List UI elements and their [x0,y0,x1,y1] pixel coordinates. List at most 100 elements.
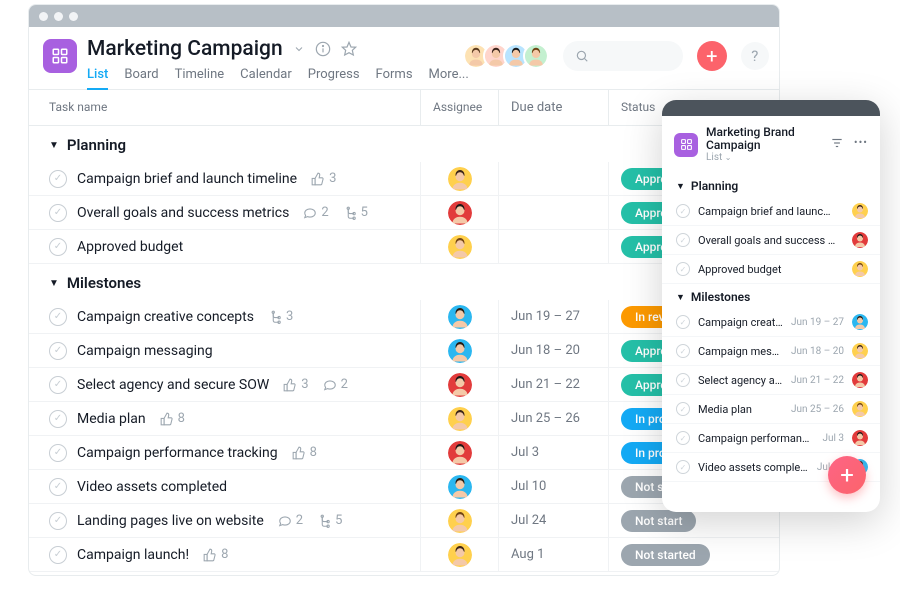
complete-check-icon[interactable] [676,233,690,247]
due-date[interactable]: Jul 10 [499,470,609,503]
complete-check-icon[interactable] [676,460,690,474]
complete-check-icon[interactable] [49,308,67,326]
assignee-avatar[interactable] [448,339,472,363]
col-task-name[interactable]: Task name [29,90,421,125]
mobile-task-row[interactable]: Overall goals and success metrics [662,226,880,255]
assignee-avatar[interactable] [448,201,472,225]
subtask-count[interactable]: 5 [343,205,368,220]
task-name: Select agency and secure SOW [77,377,269,393]
task-name: Campaign brief and launch timeline [77,171,297,187]
complete-check-icon[interactable] [49,170,67,188]
due-date[interactable] [499,230,609,263]
complete-check-icon[interactable] [49,204,67,222]
due-date[interactable]: Jul 24 [499,504,609,537]
complete-check-icon[interactable] [49,376,67,394]
assignee-avatar[interactable] [448,373,472,397]
due-date[interactable]: Aug 1 [499,538,609,571]
assignee-avatar[interactable] [448,235,472,259]
due-date[interactable] [499,196,609,229]
complete-check-icon[interactable] [676,402,690,416]
like-count[interactable]: 8 [160,411,185,426]
subtask-count[interactable]: 3 [268,309,293,324]
complete-check-icon[interactable] [49,238,67,256]
mobile-add-button[interactable]: + [828,456,866,494]
mobile-task-row[interactable]: Approved budget [662,255,880,284]
task-name: Video assets completed [698,461,809,474]
complete-check-icon[interactable] [49,342,67,360]
view-tabs: List Board Timeline Calendar Progress Forms Mo… [87,67,469,89]
window-dot-close[interactable] [39,12,48,21]
tab-board[interactable]: Board [124,67,158,89]
tab-calendar[interactable]: Calendar [240,67,292,89]
comment-count[interactable]: 2 [278,513,303,528]
subtask-count[interactable]: 5 [317,513,342,528]
col-assignee[interactable]: Assignee [421,90,499,125]
assignee-avatar[interactable] [448,305,472,329]
due-date: Jun 25 – 26 [791,404,844,415]
due-date[interactable]: Jun 25 – 26 [499,402,609,435]
status-pill[interactable]: Not start [621,510,696,532]
due-date[interactable] [499,162,609,195]
mobile-task-row[interactable]: Media plan Jun 25 – 26 [662,395,880,424]
help-button[interactable]: ? [741,42,769,70]
window-dot-min[interactable] [54,12,63,21]
mobile-section-header[interactable]: ▼Planning [662,173,880,197]
complete-check-icon[interactable] [49,444,67,462]
assignee-avatar[interactable] [448,441,472,465]
col-due-date[interactable]: Due date [499,90,609,125]
mobile-task-row[interactable]: Campaign creative concepts Jun 19 – 27 [662,308,880,337]
tab-forms[interactable]: Forms [376,67,413,89]
complete-check-icon[interactable] [49,478,67,496]
assignee-avatar[interactable] [448,509,472,533]
tab-list[interactable]: List [87,67,108,90]
task-name: Campaign creative concepts [77,309,254,325]
due-date[interactable]: Jun 21 – 22 [499,368,609,401]
filter-icon[interactable] [830,136,844,153]
more-icon[interactable]: ••• [854,136,868,153]
chevron-down-icon[interactable] [293,43,305,55]
complete-check-icon[interactable] [676,204,690,218]
member-facepile[interactable] [469,43,549,69]
complete-check-icon[interactable] [676,315,690,329]
window-dot-max[interactable] [69,12,78,21]
complete-check-icon[interactable] [49,410,67,428]
mobile-task-row[interactable]: Campaign messaging Jun 18 – 20 [662,337,880,366]
assignee-avatar[interactable] [448,407,472,431]
task-name: Media plan [77,411,146,427]
task-row[interactable]: Campaign launch! 8 Aug 1 Not started [29,538,779,572]
mobile-task-row[interactable]: Campaign brief and launch timeline [662,197,880,226]
mobile-task-row[interactable]: Select agency and secure SOW Jun 21 – 22 [662,366,880,395]
star-icon[interactable] [341,41,357,57]
complete-check-icon[interactable] [49,546,67,564]
complete-check-icon[interactable] [676,262,690,276]
complete-check-icon[interactable] [676,373,690,387]
due-date[interactable]: Jul 3 [499,436,609,469]
complete-check-icon[interactable] [676,431,690,445]
assignee-avatar [852,430,868,446]
info-icon[interactable] [315,41,331,57]
mobile-task-row[interactable]: Campaign performance tracking Jul 3 [662,424,880,453]
complete-check-icon[interactable] [676,344,690,358]
status-pill[interactable]: Not started [621,544,710,566]
like-count[interactable]: 3 [283,377,308,392]
due-date[interactable]: Jun 19 – 27 [499,300,609,333]
tab-more[interactable]: More... [429,67,469,89]
search-icon [575,49,589,63]
mobile-section-header[interactable]: ▼Milestones [662,284,880,308]
assignee-avatar[interactable] [448,475,472,499]
assignee-avatar[interactable] [448,543,472,567]
member-avatar[interactable] [523,43,549,69]
comment-count[interactable]: 2 [323,377,348,392]
due-date[interactable]: Jun 18 – 20 [499,334,609,367]
assignee-avatar[interactable] [448,167,472,191]
complete-check-icon[interactable] [49,512,67,530]
like-count[interactable]: 8 [203,547,228,562]
project-title[interactable]: Marketing Campaign [87,37,283,61]
search-input[interactable] [563,41,683,71]
global-add-button[interactable]: + [697,41,727,71]
tab-progress[interactable]: Progress [308,67,360,89]
comment-count[interactable]: 2 [303,205,328,220]
tab-timeline[interactable]: Timeline [175,67,225,89]
like-count[interactable]: 3 [311,171,336,186]
like-count[interactable]: 8 [292,445,317,460]
